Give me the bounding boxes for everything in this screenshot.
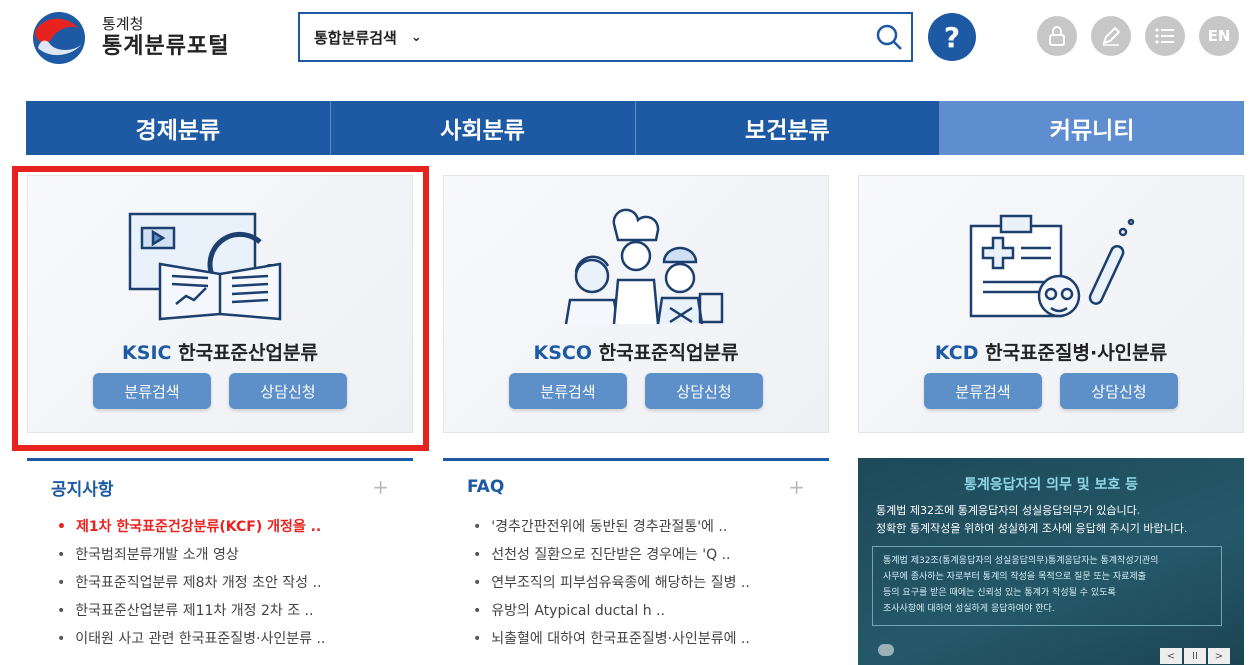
banner-law-line: 사무에 종사하는 자로부터 통계의 작성을 목적으로 질문 또는 자료제출 [883, 572, 1147, 582]
faq-item[interactable]: 유방의 Atypical ductal h .. [473, 597, 829, 625]
ksco-search-button[interactable]: 분류검색 [509, 373, 627, 409]
main-nav: 경제분류 사회분류 보건분류 커뮤니티 [26, 101, 1244, 155]
search-bar: 통합분류검색 ⌄ [298, 12, 913, 62]
respondent-duty-banner[interactable]: 통계응답자의 의무 및 보호 등 통계법 제32조에 통계응답자의 성실응답의무… [858, 458, 1244, 665]
banner-subtitle: 통계법 제32조에 통계응답자의 성실응답의무가 있습니다. 정확한 통계작성을… [876, 502, 1232, 538]
nav-community[interactable]: 커뮤니티 [940, 101, 1244, 155]
notice-panel: 공지사항 + 제1차 한국표준건강분류(KCF) 개정을 .. 한국범죄분류개발… [27, 458, 413, 665]
notice-item[interactable]: 한국범죄분류개발 소개 영상 [57, 541, 413, 569]
search-scope-label: 통합분류검색 [314, 28, 397, 47]
highlight-box [12, 166, 429, 451]
search-input[interactable] [431, 17, 867, 57]
lock-icon [1049, 26, 1065, 46]
card-name: 한국표준직업분류 [598, 342, 739, 364]
card-code: KSCO [533, 342, 593, 364]
faq-item[interactable]: '경추간판전위에 동반된 경추관절통'에 .. [473, 513, 829, 541]
language-button[interactable]: EN [1199, 16, 1239, 56]
help-button[interactable]: ? [928, 13, 976, 61]
banner-law-line: 등의 요구를 받은 때에는 신뢰성 있는 통계가 작성될 수 있도록 [883, 588, 1116, 598]
faq-item[interactable]: 연부조직의 피부섬유육종에 해당하는 질병 .. [473, 569, 829, 597]
faq-panel: FAQ + '경추간판전위에 동반된 경추관절통'에 .. 선천성 질환으로 진… [443, 458, 829, 665]
site-logo[interactable]: 통계청 통계분류포털 [26, 8, 229, 68]
notice-more-button[interactable]: + [372, 475, 389, 499]
card-kcd: KCD 한국표준질병·사인분류 분류검색 상담신청 [858, 175, 1244, 433]
banner-line: 정확한 통계작성을 위하여 성실하게 조사에 응답해 주시기 바랍니다. [876, 522, 1188, 535]
faq-item[interactable]: 뇌출혈에 대하여 한국표준질병·사인분류에 .. [473, 625, 829, 653]
join-button[interactable] [1091, 16, 1131, 56]
card-title: KSCO 한국표준직업분류 [444, 338, 828, 365]
logo-site-name: 통계분류포털 [102, 34, 230, 59]
login-button[interactable] [1037, 16, 1077, 56]
banner-title: 통계응답자의 의무 및 보호 등 [963, 477, 1139, 493]
search-scope-select[interactable]: 통합분류검색 ⌄ [314, 27, 422, 48]
chevron-down-icon: ⌄ [410, 29, 422, 45]
banner-law-line: 통계법 제32조(통계응답자의 성실응답의무)통계응답자는 통계작성기관의 [883, 556, 1159, 566]
banner-line: 통계법 제32조에 통계응답자의 성실응답의무가 있습니다. [876, 504, 1141, 517]
notice-item[interactable]: 한국표준산업분류 제11차 개정 2차 조 .. [57, 597, 413, 625]
banner-prev-button[interactable]: < [1160, 648, 1182, 664]
card-code: KCD [934, 342, 979, 364]
banner-controls: < II > [1160, 648, 1230, 664]
occupation-illustration-icon [444, 204, 828, 334]
card-name: 한국표준질병·사인분류 [985, 342, 1168, 364]
sitemap-button[interactable] [1145, 16, 1185, 56]
card-title: KCD 한국표준질병·사인분류 [859, 338, 1243, 365]
logo-org-name: 통계청 [102, 15, 144, 33]
notice-item[interactable]: 한국표준직업분류 제8차 개정 초안 작성 .. [57, 569, 413, 597]
banner-next-button[interactable]: > [1208, 648, 1230, 664]
disease-illustration-icon [859, 204, 1243, 334]
notice-item[interactable]: 이태원 사고 관련 한국표준질병·사인분류 .. [57, 625, 413, 653]
card-ksco: KSCO 한국표준직업분류 분류검색 상담신청 [443, 175, 829, 433]
nav-economic[interactable]: 경제분류 [26, 101, 331, 155]
faq-item[interactable]: 선천성 질환으로 진단받은 경우에는 'Q .. [473, 541, 829, 569]
nav-social[interactable]: 사회분류 [331, 101, 636, 155]
search-button[interactable] [867, 15, 911, 59]
banner-pause-button[interactable]: II [1184, 648, 1206, 664]
banner-indicator[interactable] [878, 644, 894, 656]
notice-title[interactable]: 공지사항 [51, 475, 114, 500]
kcd-consult-button[interactable]: 상담신청 [1060, 373, 1178, 409]
pencil-icon [1102, 26, 1121, 46]
taegeuk-logo-icon [33, 12, 85, 64]
faq-title[interactable]: FAQ [467, 477, 504, 497]
banner-law-box: 통계법 제32조(통계응답자의 성실응답의무)통계응답자는 통계작성기관의 사무… [872, 546, 1222, 626]
faq-more-button[interactable]: + [788, 475, 805, 499]
list-icon [1155, 28, 1174, 44]
ksco-consult-button[interactable]: 상담신청 [645, 373, 763, 409]
header: 통계청 통계분류포털 통합분류검색 ⌄ ? EN [0, 0, 1259, 90]
search-icon [876, 24, 902, 50]
kcd-search-button[interactable]: 분류검색 [924, 373, 1042, 409]
notice-item[interactable]: 제1차 한국표준건강분류(KCF) 개정을 .. [57, 513, 413, 541]
banner-law-line: 조사사항에 대하여 성실하게 응답하여야 한다. [883, 604, 1055, 614]
nav-health[interactable]: 보건분류 [636, 101, 941, 155]
